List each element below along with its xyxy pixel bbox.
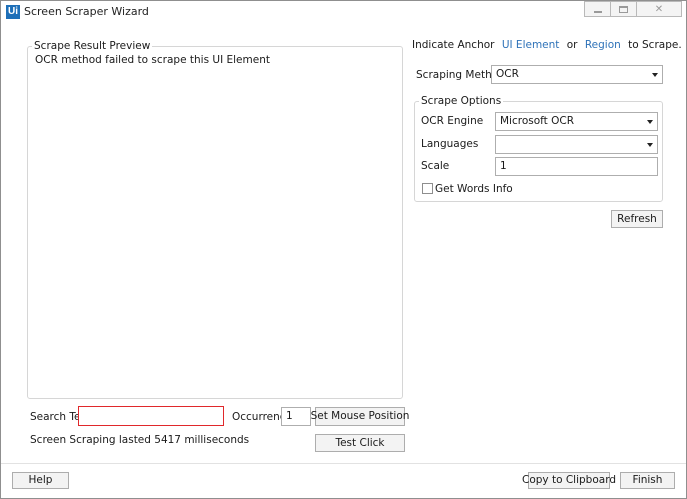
close-button[interactable]: ✕ [636, 1, 682, 17]
scale-label: Scale [421, 160, 450, 172]
scrape-result-text: OCR method failed to scrape this UI Elem… [35, 54, 270, 66]
copy-to-clipboard-button[interactable]: Copy to Clipboard [522, 472, 616, 489]
ui-element-link[interactable]: UI Element [502, 39, 560, 51]
refresh-button[interactable]: Refresh [611, 210, 663, 228]
indicate-anchor-line: Indicate Anchor UI Element or Region to … [412, 39, 682, 52]
test-click-button[interactable]: Test Click [315, 434, 405, 452]
chevron-down-icon [652, 73, 658, 77]
scrape-result-preview-caption: Scrape Result Preview [32, 40, 153, 53]
ocr-engine-value: Microsoft OCR [500, 115, 575, 127]
languages-label: Languages [421, 138, 479, 150]
maximize-icon [619, 5, 628, 13]
window-controls: ✕ [584, 1, 682, 17]
search-text-input[interactable] [78, 406, 224, 426]
occurrence-input[interactable]: 1 [281, 407, 311, 426]
get-words-info-label: Get Words Info [435, 183, 513, 195]
chevron-down-icon [647, 143, 653, 147]
indicate-anchor-label: Indicate Anchor [412, 39, 495, 51]
scraping-method-dropdown[interactable]: OCR [491, 65, 663, 84]
title-bar: Ui Screen Scraper Wizard ✕ [1, 1, 686, 23]
bottom-divider [1, 463, 686, 464]
window-title: Screen Scraper Wizard [24, 5, 149, 18]
close-icon: ✕ [654, 3, 664, 15]
get-words-info-checkbox[interactable] [422, 183, 433, 194]
region-link[interactable]: Region [585, 39, 621, 51]
ocr-engine-dropdown[interactable]: Microsoft OCR [495, 112, 658, 131]
uipath-logo-icon: Ui [6, 5, 20, 19]
minimize-icon [593, 10, 602, 13]
scale-input[interactable]: 1 [495, 157, 658, 176]
set-mouse-position-button[interactable]: Set Mouse Position [311, 407, 409, 426]
or-label: or [566, 39, 578, 51]
scrape-options-caption: Scrape Options [419, 95, 504, 108]
scrape-result-preview-group: Scrape Result Preview OCR method failed … [27, 40, 403, 399]
ocr-engine-label: OCR Engine [421, 115, 484, 127]
maximize-button[interactable] [610, 1, 636, 17]
chevron-down-icon [647, 120, 653, 124]
help-button[interactable]: Help [12, 472, 69, 489]
screen-scraper-wizard-window: Ui Screen Scraper Wizard ✕ Scrape Result… [0, 0, 687, 499]
finish-button[interactable]: Finish [620, 472, 675, 489]
to-scrape-label: to Scrape. [628, 39, 682, 51]
languages-dropdown[interactable] [495, 135, 658, 154]
status-text: Screen Scraping lasted 5417 milliseconds [30, 434, 250, 446]
scraping-method-value: OCR [496, 68, 519, 80]
minimize-button[interactable] [584, 1, 610, 17]
